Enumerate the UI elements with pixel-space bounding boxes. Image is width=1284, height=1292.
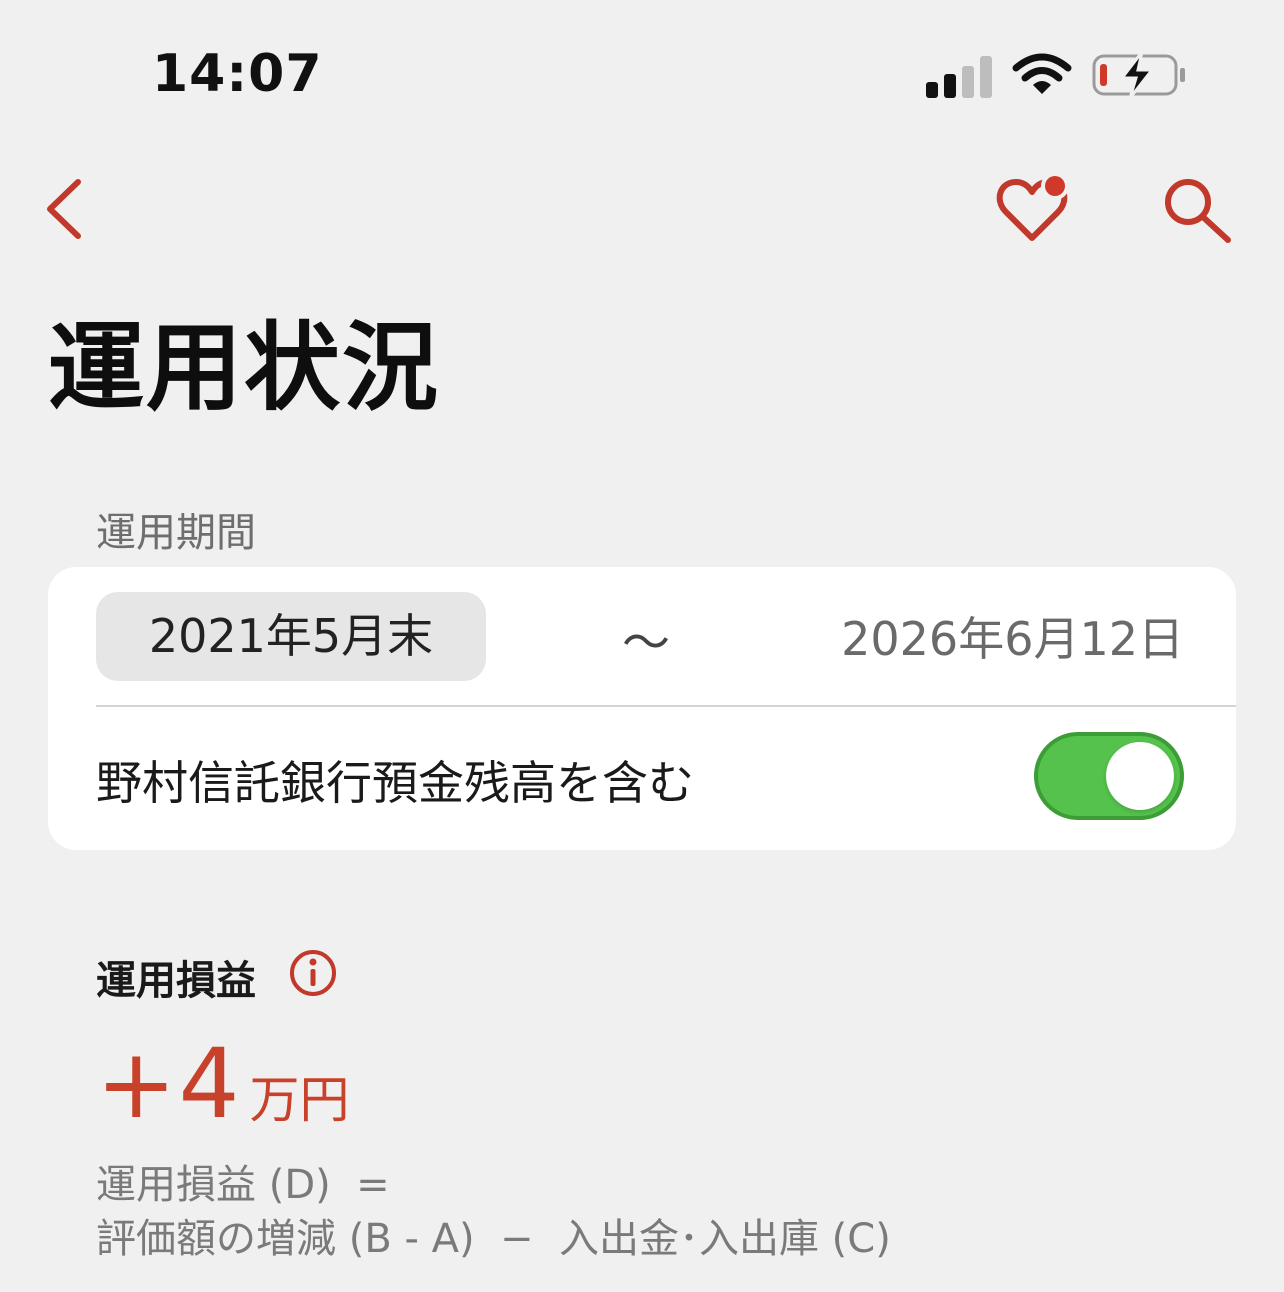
- pl-unit: 万円: [249, 1071, 350, 1129]
- back-button[interactable]: [40, 176, 90, 242]
- info-circle-icon: [290, 950, 336, 996]
- heart-badge-icon: [996, 172, 1069, 241]
- include-deposit-label: 野村信託銀行預金残高を含む: [96, 756, 694, 810]
- toggle-knob: [1106, 742, 1174, 810]
- period-label: 運用期間: [96, 510, 256, 556]
- pl-amount: +4 万円: [96, 1028, 350, 1140]
- status-time: 14:07: [152, 44, 323, 104]
- period-card: 2021年5月末 ～ 2026年6月12日 野村信託銀行預金残高を含む: [48, 567, 1236, 850]
- pl-formula-line2: 評価額の増減 (B - A) − 入出金･入出庫 (C): [96, 1216, 891, 1262]
- divider: [96, 705, 1236, 707]
- charging-bolt-icon: [1118, 51, 1156, 99]
- start-date-button[interactable]: 2021年5月末: [96, 592, 486, 681]
- battery-icon: [1092, 51, 1188, 99]
- period-separator: ～: [622, 615, 671, 671]
- search-icon: [1165, 179, 1231, 243]
- search-button[interactable]: [1160, 176, 1236, 246]
- cellular-signal-icon: [926, 54, 992, 98]
- chevron-left-icon: [47, 179, 81, 239]
- pl-value: +4: [96, 1028, 242, 1140]
- pl-label: 運用損益: [96, 958, 256, 1004]
- wifi-icon: [1012, 52, 1072, 98]
- include-deposit-toggle[interactable]: [1034, 732, 1184, 820]
- pl-formula-line1: 運用損益 (D) =: [96, 1162, 390, 1208]
- end-date[interactable]: 2026年6月12日: [841, 603, 1184, 669]
- page-title: 運用状況: [48, 312, 440, 424]
- favorites-button[interactable]: [996, 172, 1076, 244]
- info-button[interactable]: [288, 948, 338, 998]
